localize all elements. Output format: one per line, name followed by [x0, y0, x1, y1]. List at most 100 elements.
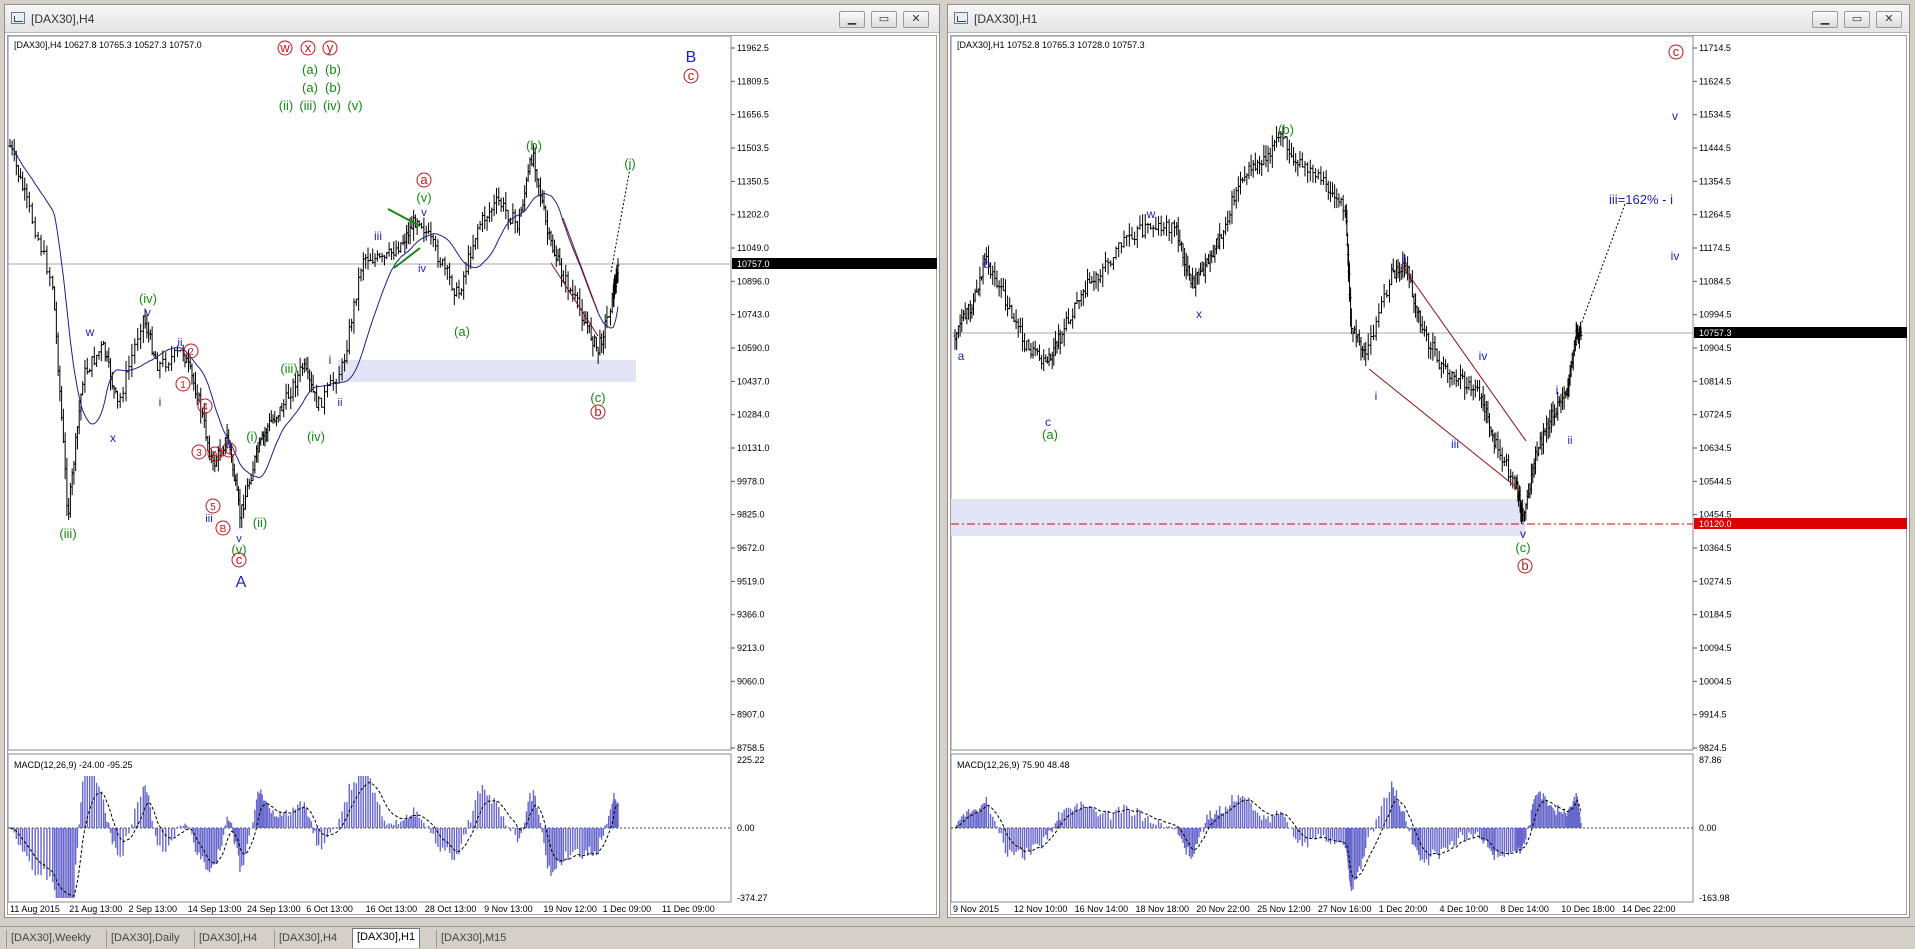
tab-dax30-h4[interactable]: [DAX30],H4 [194, 930, 261, 948]
wave-label: (v) [416, 190, 431, 205]
tab-dax30-h1[interactable]: [DAX30],H1 [352, 928, 421, 948]
price-tick-label: 11624.5 [1699, 76, 1731, 86]
price-tick-label: 10724.5 [1699, 410, 1732, 420]
price-tick-label: 9060.0 [737, 676, 765, 686]
time-axis-label: 9 Nov 13:00 [484, 904, 533, 914]
time-axis-label: 18 Nov 18:00 [1135, 904, 1189, 914]
wave-label: a [420, 172, 428, 187]
price-tick-label: 11354.5 [1699, 176, 1731, 186]
main-plot-frame [8, 36, 732, 751]
price-tick-label: 11264.5 [1699, 210, 1731, 220]
wave-label: ii [1401, 253, 1406, 267]
wave-label: c [688, 68, 695, 83]
chart-info-line: [DAX30],H4 10627.8 10765.3 10527.3 10757… [14, 40, 202, 50]
wave-label: (ii) [253, 515, 267, 530]
wave-label: ii [338, 397, 343, 409]
price-tick-label: 11534.5 [1699, 110, 1731, 120]
current-price-value: 10757.0 [737, 259, 770, 269]
price-tick-label: 10634.5 [1699, 443, 1732, 453]
price-tick-label: 8758.5 [737, 743, 765, 753]
price-tick-label: 8907.0 [737, 710, 765, 720]
price-tick-label: 10437.0 [737, 376, 770, 386]
channel-line [1400, 263, 1527, 442]
wave-label: 5 [210, 502, 216, 513]
current-price-value: 10757.3 [1699, 328, 1732, 338]
wave-label: (iv) [139, 291, 157, 306]
price-tick-label: 11049.0 [737, 243, 769, 253]
price-tick-label: 11809.5 [737, 76, 769, 86]
wave-label: (iii) [59, 526, 76, 541]
macd-scale-label: 225.22 [737, 755, 765, 765]
macd-scale-label: -374.27 [737, 893, 768, 903]
price-tick-label: 11444.5 [1699, 143, 1731, 153]
minimize-button[interactable]: ▁ [839, 11, 865, 28]
wave-label: w [1146, 207, 1156, 221]
price-tick-label: 9914.5 [1699, 710, 1727, 720]
tab-dax30-weekly[interactable]: [DAX30],Weekly [6, 930, 95, 948]
title-bar[interactable]: [DAX30],H4 ▁ ▭ ✕ [5, 5, 939, 33]
price-tick-label: 9519.0 [737, 576, 765, 586]
wave-label: 1 [180, 380, 186, 391]
time-axis-label: 16 Nov 14:00 [1075, 904, 1129, 914]
wave-label: (b) [1278, 122, 1294, 137]
price-chart-h4[interactable]: [DAX30],H4 10627.8 10765.3 10527.3 10757… [7, 35, 937, 915]
wave-label: i [1375, 389, 1378, 403]
wave-label: x [110, 431, 116, 445]
price-tick-label: 11962.5 [737, 43, 769, 53]
wave-label: 3 [196, 448, 202, 459]
wave-label: (b) [526, 138, 542, 153]
price-tick-label: 9825.0 [737, 510, 765, 520]
price-tick-label: 10184.5 [1699, 610, 1732, 620]
wave-label: (ii) [279, 98, 293, 113]
title-bar[interactable]: [DAX30],H1 ▁ ▭ ✕ [948, 5, 1909, 33]
price-tick-label: 10094.5 [1699, 643, 1732, 653]
wave-label: (iii) [299, 98, 316, 113]
macd-scale-label: 0.00 [737, 823, 755, 833]
chart-window-h1[interactable]: [DAX30],H1 ▁ ▭ ✕ [DAX30],H1 10752.8 1076… [947, 4, 1910, 918]
wave-label: a [958, 349, 965, 363]
wave-label: (a) [454, 324, 470, 339]
tab-dax30-daily[interactable]: [DAX30],Daily [106, 930, 183, 948]
time-axis-label: 28 Oct 13:00 [425, 904, 477, 914]
close-button[interactable]: ✕ [903, 11, 929, 28]
projection-line [1578, 203, 1626, 331]
wave-label: 2 [188, 347, 194, 358]
time-axis-label: 12 Nov 10:00 [1014, 904, 1068, 914]
macd-signal-line [954, 798, 1582, 879]
wave-label: iv [225, 440, 232, 451]
time-axis-label: 16 Oct 13:00 [366, 904, 418, 914]
time-axis-label: 6 Oct 13:00 [306, 904, 353, 914]
tab-dax30-h4-2[interactable]: [DAX30],H4 [274, 930, 341, 948]
price-tick-label: 10743.0 [737, 310, 770, 320]
time-axis-label: 4 Dec 10:00 [1440, 904, 1489, 914]
minimize-button[interactable]: ▁ [1812, 11, 1838, 28]
price-tick-label: 10904.5 [1699, 343, 1732, 353]
wave-label: c [1673, 44, 1680, 59]
time-axis-label: 20 Nov 22:00 [1196, 904, 1250, 914]
wave-label: (iv) [323, 98, 341, 113]
price-tick-label: 9366.0 [737, 610, 765, 620]
maximize-button[interactable]: ▭ [871, 11, 897, 28]
wave-label: y [327, 40, 334, 55]
tab-dax30-m15[interactable]: [DAX30],M15 [436, 930, 510, 948]
chart-window-h4[interactable]: [DAX30],H4 ▁ ▭ ✕ [DAX30],H4 10627.8 1076… [4, 4, 940, 918]
time-axis-label: 19 Nov 12:00 [543, 904, 597, 914]
wave-label: i [1556, 383, 1559, 397]
chart-window-icon [954, 12, 968, 24]
price-chart-h1[interactable]: [DAX30],H1 10752.8 10765.3 10728.0 10757… [950, 35, 1907, 915]
wave-label: b [984, 257, 991, 271]
price-tick-label: 10544.5 [1699, 476, 1732, 486]
wave-label: c [236, 552, 243, 567]
window-title: [DAX30],H4 [31, 12, 95, 26]
wave-label: b [1521, 558, 1528, 573]
support-zone [338, 360, 636, 382]
time-axis-label: 2 Sep 13:00 [129, 904, 178, 914]
close-button[interactable]: ✕ [1876, 11, 1902, 28]
wave-label: (a) [1042, 427, 1058, 442]
wave-label: A [236, 574, 247, 591]
wave-label: (i) [624, 156, 636, 171]
maximize-button[interactable]: ▭ [1844, 11, 1870, 28]
wave-label: iii [1451, 437, 1459, 451]
price-tick-label: 11503.5 [737, 143, 769, 153]
price-tick-label: 11656.5 [737, 110, 769, 120]
